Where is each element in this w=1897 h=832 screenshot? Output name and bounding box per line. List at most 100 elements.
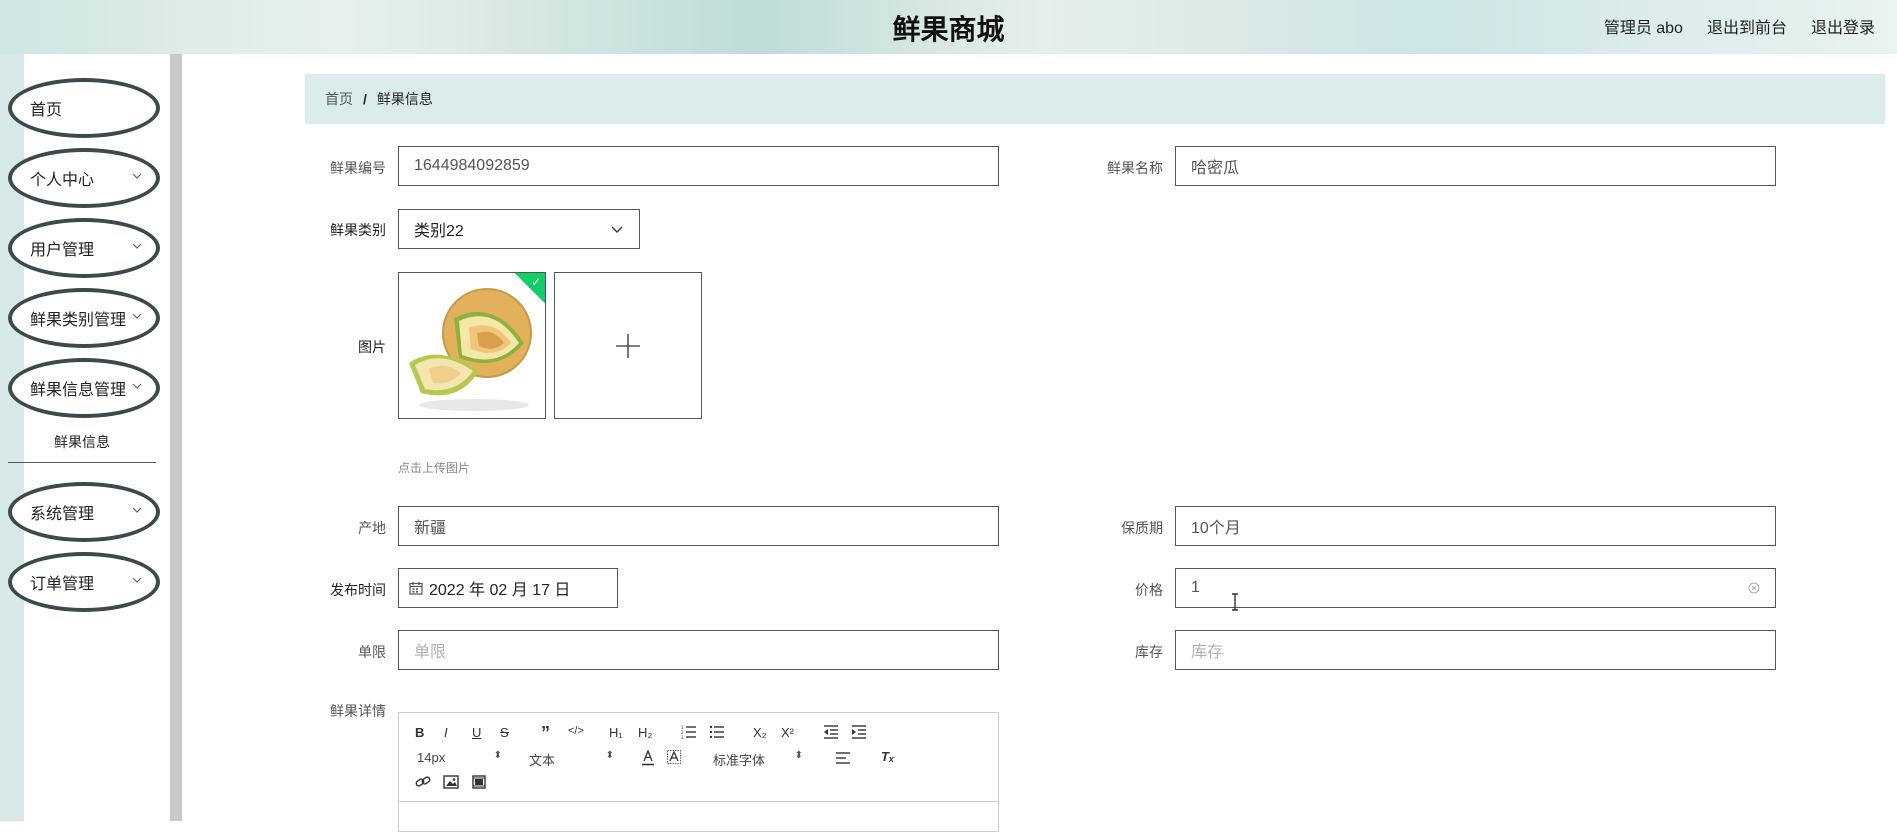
chevron-down-icon	[132, 173, 142, 179]
select-arrows-icon: ⬍	[794, 750, 803, 761]
text-type-value: 文本	[529, 753, 556, 768]
origin-value: 新疆	[414, 520, 447, 537]
publish-date-value: 2022 年 02 月 17 日	[429, 582, 571, 599]
header-actions: 管理员 abo 退出到前台 退出登录	[1604, 14, 1875, 38]
category-value: 类别22	[414, 223, 464, 240]
ordered-list-icon[interactable]: 123	[681, 725, 697, 739]
upload-tip: 点击上传图片	[398, 461, 471, 475]
font-family-select[interactable]: 标准字体 ⬍	[713, 750, 803, 769]
clear-format-button[interactable]: Tₓ	[881, 749, 894, 764]
upload-image-button[interactable]	[554, 272, 702, 419]
stock-field[interactable]: 库存	[1175, 630, 1776, 670]
sidebar-item-label: 订单管理	[30, 576, 95, 593]
text-type-select[interactable]: 文本 ⬍	[529, 750, 614, 769]
font-size-select[interactable]: 14px ⬍	[417, 750, 502, 765]
code-button[interactable]: </>	[568, 725, 584, 737]
breadcrumb-home[interactable]: 首页	[325, 89, 353, 109]
sidebar-item-label: 系统管理	[30, 506, 95, 523]
sidebar-item-label: 首页	[30, 102, 63, 119]
sidebar-item-category-management[interactable]: 鲜果类别管理	[8, 288, 160, 348]
sidebar-item-label: 用户管理	[30, 242, 95, 259]
chevron-down-icon	[132, 577, 142, 583]
indent-icon[interactable]	[851, 725, 867, 739]
superscript-button[interactable]: X²	[781, 725, 794, 740]
logout-link[interactable]: 退出登录	[1811, 14, 1875, 38]
outdent-icon[interactable]	[823, 725, 839, 739]
sidebar-item-label: 鲜果类别管理	[30, 312, 127, 329]
origin-label: 产地	[358, 520, 386, 536]
publish-time-label: 发布时间	[330, 582, 386, 598]
editor-toolbar: B I U S ” </> H₁ H₂ 123 X₂ X² 14px ⬍ 文本 …	[399, 713, 998, 802]
price-value: 1	[1191, 579, 1200, 596]
limit-label: 单限	[358, 644, 386, 660]
select-arrows-icon: ⬍	[493, 750, 502, 761]
name-field[interactable]: 哈密瓜	[1175, 146, 1776, 186]
select-arrows-icon: ⬍	[605, 750, 614, 761]
top-header: 鲜果商城 管理员 abo 退出到前台 退出登录	[0, 0, 1897, 54]
code-value: 1644984092859	[414, 157, 530, 174]
bullet-list-icon[interactable]	[709, 725, 725, 739]
exit-to-front-link[interactable]: 退出到前台	[1707, 14, 1787, 38]
shelf-life-value: 10个月	[1191, 520, 1241, 537]
sidebar-item-label: 个人中心	[30, 172, 95, 189]
sidebar-subitem-fruit-info[interactable]: 鲜果信息	[8, 422, 156, 463]
sidebar-item-system-management[interactable]: 系统管理	[8, 482, 160, 542]
limit-placeholder: 单限	[414, 644, 447, 661]
uploaded-image-thumbnail[interactable]: ✓	[398, 272, 546, 419]
code-field[interactable]: 1644984092859	[398, 146, 999, 186]
chevron-down-icon	[132, 507, 142, 513]
image-insert-icon[interactable]	[443, 775, 459, 789]
link-icon[interactable]	[415, 775, 431, 789]
clear-circle-icon[interactable]	[1748, 582, 1760, 594]
origin-field[interactable]: 新疆	[398, 506, 999, 546]
name-label: 鲜果名称	[1107, 160, 1163, 176]
image-label: 图片	[358, 339, 386, 355]
chevron-down-icon	[132, 243, 142, 249]
sidebar-item-label: 鲜果信息管理	[30, 382, 127, 399]
font-color-icon[interactable]	[641, 750, 655, 766]
strike-button[interactable]: S	[500, 725, 509, 740]
category-label: 鲜果类别	[330, 222, 386, 238]
check-icon: ✓	[530, 275, 541, 289]
chevron-down-icon	[132, 383, 142, 389]
limit-field[interactable]: 单限	[398, 630, 999, 670]
breadcrumb-current: 鲜果信息	[376, 91, 433, 107]
melon-image	[399, 273, 545, 418]
background-color-icon[interactable]	[667, 750, 681, 766]
h1-button[interactable]: H₁	[609, 725, 623, 740]
sidebar-item-fruit-info-management[interactable]: 鲜果信息管理	[8, 358, 160, 418]
breadcrumb-separator: /	[363, 91, 367, 107]
rich-text-editor[interactable]: B I U S ” </> H₁ H₂ 123 X₂ X² 14px ⬍ 文本 …	[398, 712, 999, 832]
h2-button[interactable]: H₂	[638, 725, 652, 740]
shelf-life-label: 保质期	[1121, 520, 1163, 536]
chevron-down-icon	[132, 313, 142, 319]
text-cursor-icon	[1232, 593, 1238, 611]
svg-text:3: 3	[681, 735, 684, 739]
stock-label: 库存	[1135, 644, 1163, 660]
chevron-down-icon	[611, 226, 623, 233]
publish-date-picker[interactable]: 2022 年 02 月 17 日	[398, 568, 618, 608]
category-select[interactable]: 类别22	[398, 209, 640, 249]
subscript-button[interactable]: X₂	[753, 725, 767, 740]
sidebar-item-personal-center[interactable]: 个人中心	[8, 148, 160, 208]
align-left-icon[interactable]	[835, 751, 851, 765]
bold-button[interactable]: B	[415, 725, 424, 740]
price-field[interactable]: 1	[1175, 568, 1776, 608]
italic-button[interactable]: I	[444, 725, 448, 740]
sidebar-item-user-management[interactable]: 用户管理	[8, 218, 160, 278]
calendar-icon	[409, 582, 423, 595]
plus-icon	[616, 333, 640, 358]
sidebar-item-order-management[interactable]: 订单管理	[8, 552, 160, 612]
stock-placeholder: 库存	[1191, 644, 1224, 661]
sidebar-item-home[interactable]: 首页	[8, 78, 160, 138]
sidebar-scrollbar[interactable]	[170, 54, 182, 821]
underline-button[interactable]: U	[472, 725, 481, 740]
video-insert-icon[interactable]	[471, 775, 487, 789]
shelf-life-field[interactable]: 10个月	[1175, 506, 1776, 546]
font-size-value: 14px	[417, 750, 446, 765]
quote-button[interactable]: ”	[541, 723, 550, 744]
code-label: 鲜果编号	[330, 160, 386, 176]
detail-label: 鲜果详情	[330, 703, 386, 719]
font-family-value: 标准字体	[713, 753, 766, 768]
price-label: 价格	[1135, 582, 1163, 598]
